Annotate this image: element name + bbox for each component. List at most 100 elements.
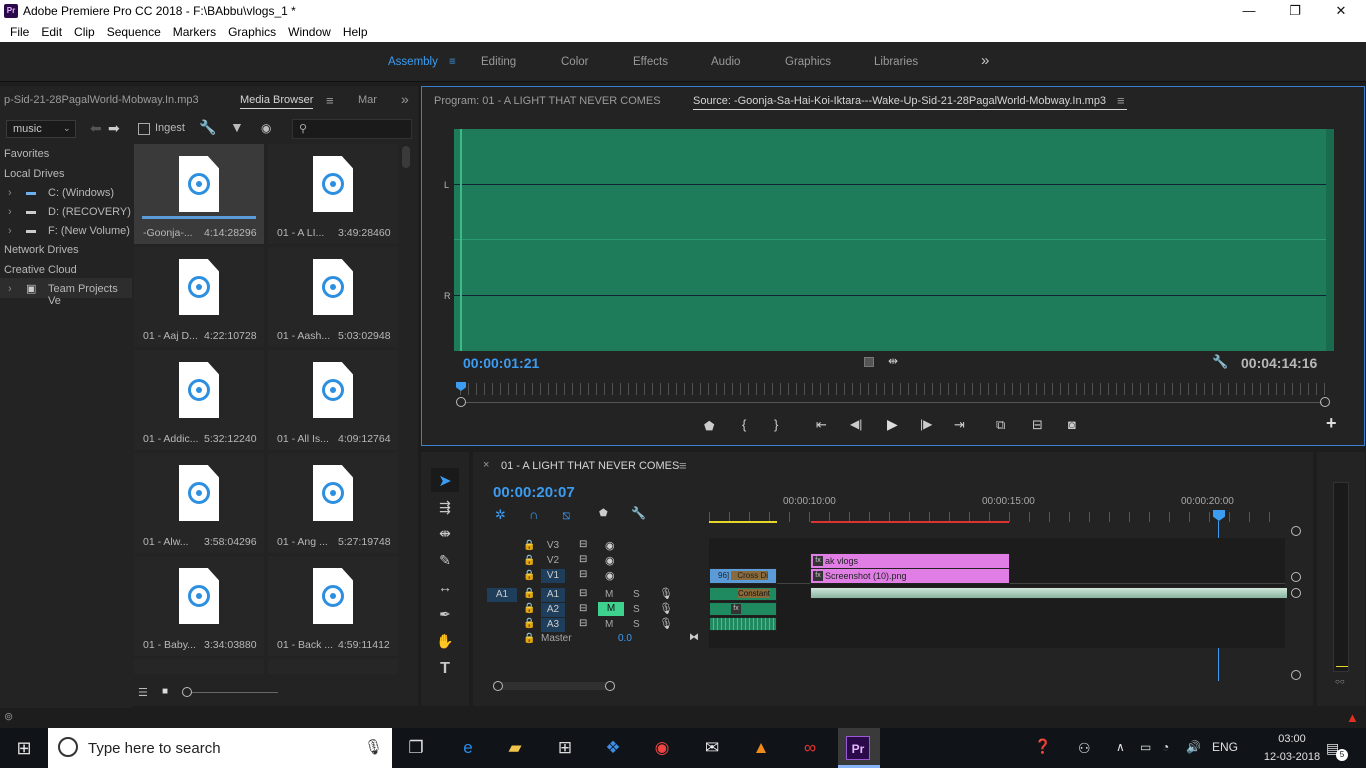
clock-time[interactable]: 03:00 bbox=[1262, 733, 1322, 745]
solo-meters-icon[interactable]: ○○ bbox=[1335, 677, 1345, 686]
track-lock-icon[interactable]: 🔒 bbox=[523, 570, 535, 581]
sync-lock-icon[interactable]: ⊟ bbox=[579, 603, 587, 614]
hscroll-left-handle[interactable] bbox=[493, 681, 503, 691]
track-label-a1[interactable]: A1 bbox=[541, 588, 565, 602]
track-label-a2[interactable]: A2 bbox=[541, 603, 565, 617]
tab-sequence[interactable]: 01 - A LIGHT THAT NEVER COMES bbox=[501, 460, 679, 472]
track-label-v2[interactable]: V2 bbox=[541, 555, 565, 566]
step-forward-icon[interactable]: |▶ bbox=[920, 417, 932, 431]
mark-out-icon[interactable]: } bbox=[774, 417, 778, 432]
zoom-start-handle[interactable] bbox=[456, 397, 466, 407]
type-tool-icon[interactable]: T bbox=[435, 660, 455, 678]
people-icon[interactable]: ⚇ bbox=[1078, 740, 1091, 757]
file-thumb[interactable]: 01 - All Is... 4:09:12764 bbox=[268, 350, 398, 450]
file-thumb[interactable]: 01 - Alw... 3:58:04296 bbox=[134, 453, 264, 553]
toggle-output-eye-icon[interactable]: ◉ bbox=[605, 569, 615, 582]
tab-project-file[interactable]: p-Sid-21-28PagalWorld-Mobway.In.mp3 bbox=[4, 94, 199, 106]
tree-favorites[interactable]: Favorites bbox=[4, 148, 49, 160]
go-to-out-icon[interactable]: ⇥ bbox=[954, 417, 965, 433]
track-lock-icon[interactable]: 🔒 bbox=[523, 618, 535, 629]
clip-a1[interactable]: Constant bbox=[709, 587, 777, 601]
track-label-v3[interactable]: V3 bbox=[541, 540, 565, 551]
vscroll-bottom-handle[interactable] bbox=[1291, 670, 1301, 680]
ingest-checkbox[interactable] bbox=[138, 123, 150, 135]
clip-a1-long[interactable] bbox=[810, 587, 1288, 599]
workspace-assembly[interactable]: Assembly bbox=[388, 56, 438, 68]
play-icon[interactable]: ▶ bbox=[887, 416, 898, 433]
wrench-icon[interactable]: 🔧 bbox=[199, 119, 216, 136]
workspace-overflow-icon[interactable]: » bbox=[981, 52, 989, 69]
microphone-icon[interactable]: 🎙 bbox=[659, 587, 673, 600]
tab-menu-icon[interactable]: ≡ bbox=[1117, 93, 1125, 108]
tab-markers[interactable]: Mar bbox=[358, 94, 377, 106]
tab-source-monitor[interactable]: Source: -Goonja-Sa-Hai-Koi-Iktara---Wake… bbox=[693, 95, 1127, 110]
track-label-a3[interactable]: A3 bbox=[541, 618, 565, 632]
expand-arrow-icon[interactable]: › bbox=[8, 206, 12, 218]
track-area[interactable]: fx ak vlogs fx Screenshot (10).png 96] C… bbox=[709, 538, 1288, 648]
clip-v1[interactable]: 96] Cross Di bbox=[709, 568, 777, 584]
file-thumb[interactable]: 01 - Back ... 4:59:11412 bbox=[268, 556, 398, 656]
tree-network-drives[interactable]: Network Drives bbox=[4, 244, 79, 256]
add-marker-icon[interactable]: ⬟ bbox=[599, 508, 608, 519]
pen-tool-icon[interactable]: ✒ bbox=[435, 606, 455, 624]
microphone-icon[interactable]: 🎙 bbox=[364, 738, 383, 756]
mail-icon[interactable]: ✉ bbox=[700, 736, 724, 760]
close-sequence-icon[interactable]: × bbox=[483, 459, 489, 471]
warning-icon[interactable]: ▲ bbox=[1346, 710, 1359, 725]
minimize-button[interactable]: — bbox=[1226, 2, 1272, 20]
time-ruler[interactable] bbox=[460, 383, 1326, 395]
nest-toggle-icon[interactable]: ✲ bbox=[495, 507, 506, 523]
zoom-slider-handle[interactable] bbox=[182, 687, 192, 697]
solo-button[interactable]: S bbox=[633, 604, 640, 615]
vscroll-handle[interactable] bbox=[1291, 572, 1301, 582]
windows-start-icon[interactable]: ⊞ bbox=[12, 736, 36, 760]
track-label-v1[interactable]: V1 bbox=[541, 569, 565, 583]
workspace-graphics[interactable]: Graphics bbox=[785, 56, 831, 68]
dropbox-icon[interactable]: ❖ bbox=[601, 736, 625, 760]
toggle-output-eye-icon[interactable]: ◉ bbox=[605, 554, 615, 567]
step-back-icon[interactable]: ◀| bbox=[850, 417, 862, 431]
tree-local-drives[interactable]: Local Drives bbox=[4, 168, 65, 180]
folder-dropdown[interactable]: music ⌄ bbox=[6, 120, 76, 138]
mute-button[interactable]: M bbox=[605, 589, 613, 600]
workspace-editing[interactable]: Editing bbox=[481, 56, 516, 68]
file-thumb[interactable]: 01 - Aaj D... 4:22:10728 bbox=[134, 247, 264, 347]
selection-tool-icon[interactable]: ➤ bbox=[435, 471, 455, 490]
workspace-effects[interactable]: Effects bbox=[633, 56, 668, 68]
toggle-output-eye-icon[interactable]: ◉ bbox=[605, 539, 615, 552]
workspace-audio[interactable]: Audio bbox=[711, 56, 740, 68]
close-button[interactable]: ✕ bbox=[1318, 2, 1364, 20]
zoom-bar[interactable] bbox=[466, 402, 1322, 403]
tab-menu-icon[interactable]: ≡ bbox=[679, 458, 687, 473]
workspace-color[interactable]: Color bbox=[561, 56, 588, 68]
source-patch-a1[interactable]: A1 bbox=[487, 588, 517, 602]
menu-window[interactable]: Window bbox=[282, 22, 337, 42]
view-eye-icon[interactable]: ◉ bbox=[261, 121, 271, 135]
tab-media-browser[interactable]: Media Browser bbox=[240, 94, 314, 109]
menu-edit[interactable]: Edit bbox=[35, 22, 68, 42]
workspace-libraries[interactable]: Libraries bbox=[874, 56, 918, 68]
wifi-icon[interactable]: ◔ bbox=[1162, 740, 1169, 754]
clip-v2[interactable]: fx Screenshot (10).png bbox=[810, 568, 1010, 584]
go-to-in-icon[interactable]: ⇤ bbox=[816, 417, 827, 433]
linked-selection-icon[interactable]: ⧅ bbox=[562, 507, 570, 523]
chrome-icon[interactable]: ◉ bbox=[650, 736, 674, 760]
maximize-button[interactable]: ❐ bbox=[1272, 2, 1318, 20]
sync-lock-icon[interactable]: ⊟ bbox=[579, 569, 587, 580]
sync-lock-icon[interactable]: ⊟ bbox=[579, 539, 587, 550]
premiere-taskbar-icon[interactable]: Pr bbox=[846, 736, 870, 760]
vscroll-top-handle[interactable] bbox=[1291, 526, 1301, 536]
tree-drive-c[interactable]: C: (Windows) bbox=[48, 187, 114, 199]
button-editor-plus-icon[interactable]: + bbox=[1326, 413, 1337, 434]
expand-arrow-icon[interactable]: › bbox=[8, 283, 12, 295]
source-timecode[interactable]: 00:00:01:21 bbox=[463, 355, 539, 371]
menu-file[interactable]: File bbox=[4, 22, 35, 42]
clip-a2[interactable]: fx bbox=[709, 602, 777, 616]
track-lock-icon[interactable]: 🔒 bbox=[523, 555, 535, 566]
wrench-icon[interactable]: 🔧 bbox=[1212, 354, 1228, 370]
export-frame-camera-icon[interactable]: ◙ bbox=[1068, 417, 1076, 432]
back-arrow-icon[interactable]: ⬅ bbox=[90, 120, 102, 137]
tab-menu-icon[interactable]: ≡ bbox=[326, 93, 334, 108]
panel-overflow-icon[interactable]: » bbox=[401, 91, 409, 107]
hscroll-right-handle[interactable] bbox=[605, 681, 615, 691]
